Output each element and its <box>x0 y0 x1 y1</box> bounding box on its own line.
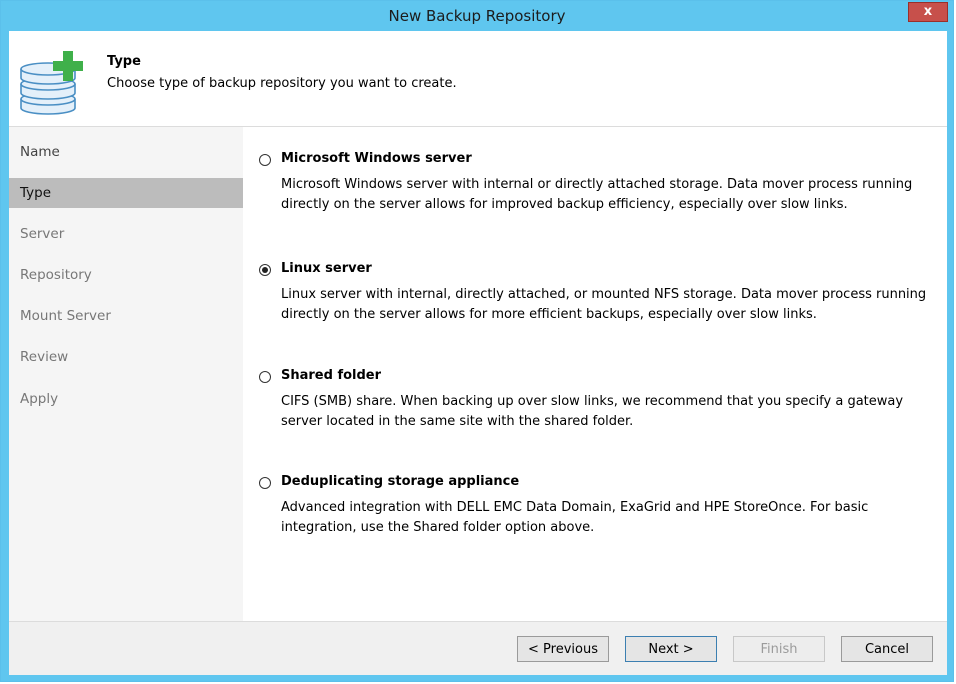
close-icon: x <box>923 4 933 19</box>
dialog-window: New Backup Repository x Type Choose type… <box>0 0 954 682</box>
radio-dedup-appliance[interactable] <box>259 477 271 489</box>
sidebar-item-server: Server <box>20 226 65 242</box>
option-description: CIFS (SMB) share. When backing up over s… <box>281 394 904 429</box>
wizard-steps-sidebar: Name Type Server Repository Mount Server… <box>9 127 243 621</box>
radio-linux-server[interactable] <box>259 264 271 276</box>
title-bar[interactable]: New Backup Repository x <box>1 1 953 31</box>
option-label[interactable]: Shared folder <box>281 368 381 383</box>
option-description: Linux server with internal, directly att… <box>281 287 927 322</box>
step-title: Type <box>107 54 141 69</box>
sidebar-item-name[interactable]: Name <box>9 137 243 167</box>
cancel-button[interactable]: Cancel <box>841 636 933 662</box>
finish-button: Finish <box>733 636 825 662</box>
wizard-header: Type Choose type of backup repository yo… <box>9 31 947 127</box>
option-label[interactable]: Microsoft Windows server <box>281 151 472 166</box>
previous-button[interactable]: < Previous <box>517 636 609 662</box>
radio-shared-folder[interactable] <box>259 371 271 383</box>
wizard-footer: < Previous Next > Finish Cancel <box>9 621 947 675</box>
step-description: Choose type of backup repository you wan… <box>107 76 457 91</box>
option-label[interactable]: Deduplicating storage appliance <box>281 474 519 489</box>
dialog-body: Type Choose type of backup repository yo… <box>9 31 947 675</box>
sidebar-item-apply: Apply <box>20 391 59 407</box>
option-label[interactable]: Linux server <box>281 261 372 276</box>
database-add-icon <box>20 51 83 115</box>
radio-windows-server[interactable] <box>259 154 271 166</box>
sidebar-item-type[interactable]: Type <box>9 178 243 208</box>
sidebar-item-mount-server: Mount Server <box>20 308 111 324</box>
option-description: Advanced integration with DELL EMC Data … <box>281 500 869 535</box>
close-button[interactable]: x <box>908 2 948 22</box>
window-title: New Backup Repository <box>388 7 566 25</box>
option-description: Microsoft Windows server with internal o… <box>281 177 913 212</box>
sidebar-item-review: Review <box>20 349 69 365</box>
repository-type-options: Microsoft Windows server Microsoft Windo… <box>243 127 947 621</box>
next-button[interactable]: Next > <box>625 636 717 662</box>
sidebar-item-repository: Repository <box>20 267 92 283</box>
